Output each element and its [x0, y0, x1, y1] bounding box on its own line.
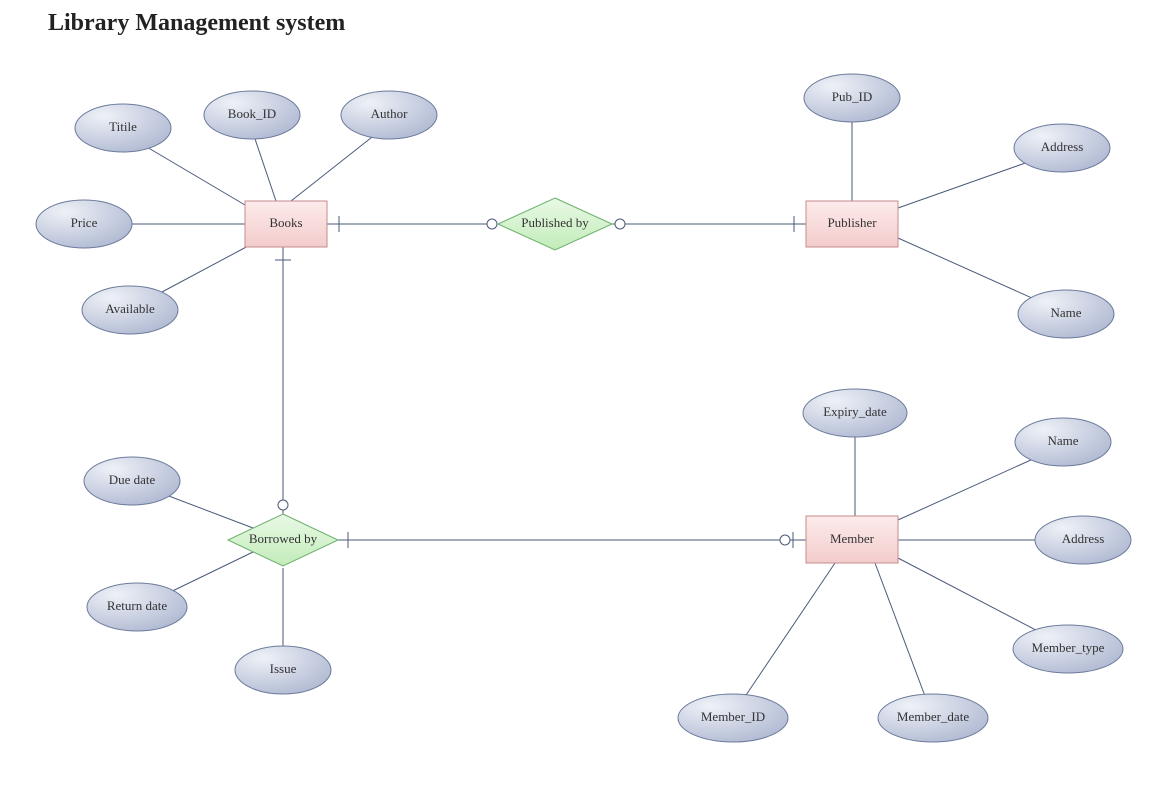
attr-member-date: Member_date	[878, 694, 988, 742]
svg-text:Published by: Published by	[521, 215, 589, 230]
edge-books-author	[291, 130, 381, 201]
edge-books-available	[147, 245, 250, 300]
svg-text:Member_ID: Member_ID	[701, 709, 765, 724]
edge-publisher-name	[898, 238, 1052, 307]
svg-text:Available: Available	[105, 301, 155, 316]
attr-available: Available	[82, 286, 178, 334]
svg-text:Name: Name	[1050, 305, 1081, 320]
entity-publisher: Publisher	[806, 201, 898, 247]
entity-books: Books	[245, 201, 327, 247]
edge-member-date	[875, 563, 928, 704]
svg-text:Member_type: Member_type	[1032, 640, 1105, 655]
relationship-borrowed-by: Borrowed by	[228, 514, 338, 566]
attr-publisher-address: Address	[1014, 124, 1110, 172]
edge-member-type	[898, 558, 1055, 640]
edge-books-titile	[135, 140, 245, 205]
attr-member-id: Member_ID	[678, 694, 788, 742]
svg-text:Member_date: Member_date	[897, 709, 969, 724]
attr-issue: Issue	[235, 646, 331, 694]
edge-publishedby-publisher	[612, 216, 806, 232]
edge-member-id	[740, 563, 835, 704]
attr-book-id: Book_ID	[204, 91, 300, 139]
svg-text:Member: Member	[830, 531, 875, 546]
edge-borrowedby-member	[338, 532, 806, 548]
attr-expiry-date: Expiry_date	[803, 389, 907, 437]
edge-books-bookid	[252, 130, 276, 201]
svg-text:Borrowed by: Borrowed by	[249, 531, 318, 546]
svg-text:Titile: Titile	[109, 119, 137, 134]
attr-pub-id: Pub_ID	[804, 74, 900, 122]
attr-publisher-name: Name	[1018, 290, 1114, 338]
attr-member-address: Address	[1035, 516, 1131, 564]
relationship-published-by: Published by	[498, 198, 612, 250]
attr-member-name: Name	[1015, 418, 1111, 466]
svg-text:Pub_ID: Pub_ID	[832, 89, 872, 104]
svg-text:Address: Address	[1062, 531, 1105, 546]
svg-text:Due date: Due date	[109, 472, 156, 487]
er-diagram: Library Management system	[0, 0, 1155, 800]
attr-titile: Titile	[75, 104, 171, 152]
edge-member-name	[898, 450, 1053, 520]
attr-member-type: Member_type	[1013, 625, 1123, 673]
svg-text:Price: Price	[71, 215, 98, 230]
diagram-title: Library Management system	[48, 10, 345, 36]
attr-return-date: Return date	[87, 583, 187, 631]
svg-text:Publisher: Publisher	[827, 215, 877, 230]
svg-text:Author: Author	[371, 106, 409, 121]
svg-text:Expiry_date: Expiry_date	[823, 404, 887, 419]
attr-author: Author	[341, 91, 437, 139]
edge-books-borrowedby	[275, 247, 291, 514]
attr-price: Price	[36, 200, 132, 248]
svg-text:Issue: Issue	[270, 661, 297, 676]
svg-text:Name: Name	[1047, 433, 1078, 448]
svg-text:Return date: Return date	[107, 598, 168, 613]
svg-text:Address: Address	[1041, 139, 1084, 154]
svg-text:Books: Books	[269, 215, 302, 230]
edge-books-publishedby	[327, 216, 498, 232]
entity-member: Member	[806, 516, 898, 563]
svg-text:Book_ID: Book_ID	[228, 106, 276, 121]
attr-due-date: Due date	[84, 457, 180, 505]
